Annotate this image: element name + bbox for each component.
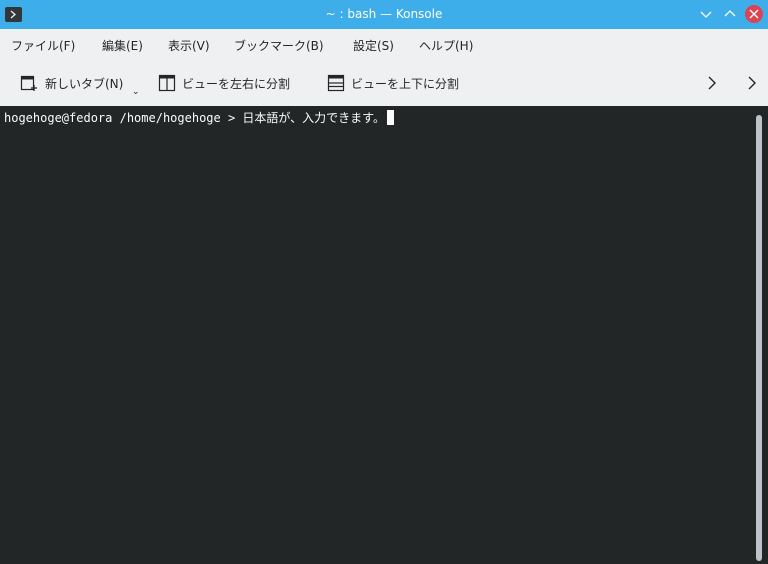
new-tab-label: 新しいタブ(N) (45, 77, 124, 91)
maximize-icon[interactable] (722, 6, 738, 22)
chevron-right-icon[interactable] (744, 74, 760, 92)
chevron-right-icon[interactable] (704, 74, 720, 92)
terminal-view[interactable]: hogehoge@fedora /home/hogehoge > 日本語が、入力… (0, 106, 752, 564)
menu-settings[interactable]: 設定(S) (353, 37, 394, 54)
menu-view[interactable]: 表示(V) (168, 37, 210, 54)
chevron-down-icon[interactable]: ⌄ (132, 87, 140, 97)
split-left-right-icon (158, 74, 176, 95)
title-bar[interactable]: ~ : bash — Konsole (0, 0, 768, 29)
terminal-input: 日本語が、入力できます。 (242, 111, 385, 125)
split-top-bottom-icon (327, 74, 345, 95)
scrollbar-thumb[interactable] (756, 115, 762, 561)
minimize-icon[interactable] (698, 6, 714, 22)
split-left-right-button[interactable]: ビューを左右に分割 (158, 60, 308, 106)
menu-help[interactable]: ヘルプ(H) (419, 37, 473, 54)
menu-bar: ファイル(F) 編集(E) 表示(V) ブックマーク(B) 設定(S) ヘルプ(… (0, 29, 768, 60)
scrollbar[interactable] (752, 106, 768, 564)
menu-file[interactable]: ファイル(F) (11, 37, 75, 54)
split-left-right-label: ビューを左右に分割 (182, 77, 291, 91)
close-icon[interactable] (745, 5, 763, 23)
split-top-bottom-button[interactable]: ビューを上下に分割 (327, 60, 477, 106)
split-top-bottom-label: ビューを上下に分割 (351, 77, 460, 91)
menu-edit[interactable]: 編集(E) (102, 37, 143, 54)
terminal-prompt: hogehoge@fedora /home/hogehoge > (4, 111, 243, 125)
new-tab-icon (20, 74, 38, 95)
toolbar: 新しいタブ(N) ⌄ ビューを左右に分割 ビューを上下に分割 (0, 60, 768, 106)
terminal-cursor (386, 110, 394, 125)
window-title: ~ : bash — Konsole (325, 7, 443, 21)
terminal-line: hogehoge@fedora /home/hogehoge > 日本語が、入力… (4, 109, 394, 126)
menu-bookmarks[interactable]: ブックマーク(B) (234, 37, 324, 54)
new-tab-button[interactable]: 新しいタブ(N) ⌄ (20, 60, 145, 106)
